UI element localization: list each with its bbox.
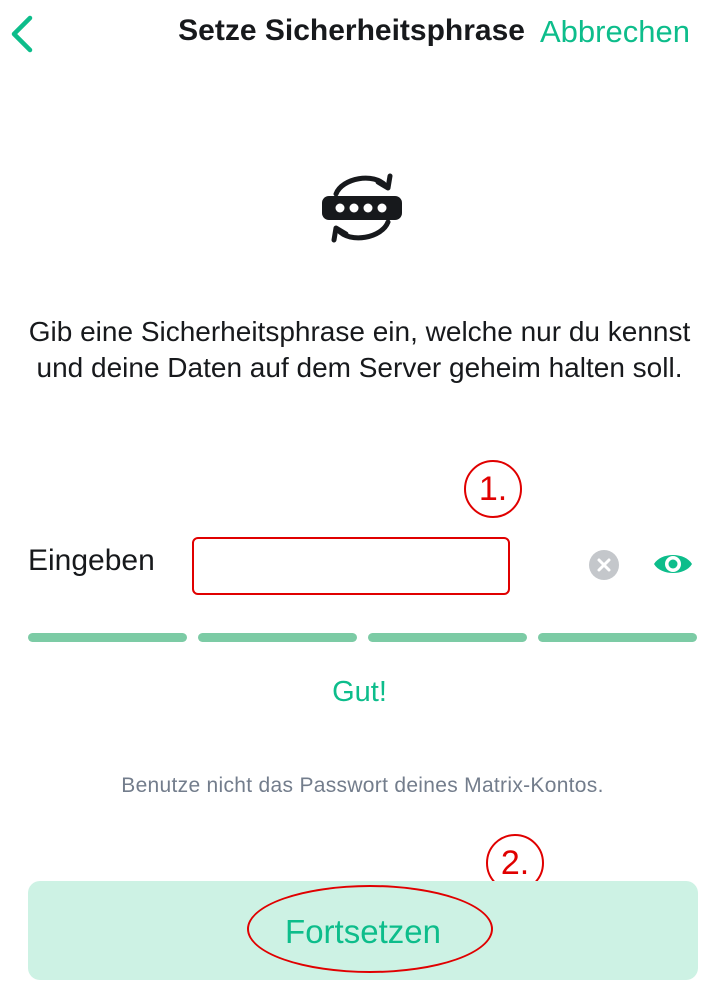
passphrase-input[interactable] xyxy=(192,537,510,595)
description-text: Gib eine Sicherheitsphrase ein, welche n… xyxy=(28,316,691,383)
continue-annotation-ellipse xyxy=(247,885,493,973)
strength-bar-segment xyxy=(368,633,527,642)
eye-icon[interactable] xyxy=(652,547,694,581)
back-chevron-icon[interactable] xyxy=(6,12,36,56)
strength-bar-segment xyxy=(538,633,697,642)
strength-bar-segment xyxy=(28,633,187,642)
step-1-annotation: 1. xyxy=(464,460,522,518)
cancel-button[interactable]: Abbrechen xyxy=(540,14,690,50)
key-backup-icon xyxy=(322,173,402,243)
passphrase-label: Eingeben xyxy=(28,544,155,577)
strength-bar-segment xyxy=(198,633,357,642)
clear-icon[interactable] xyxy=(589,550,619,580)
page-title: Setze Sicherheitsphrase xyxy=(178,14,525,47)
strength-label: Gut! xyxy=(332,676,387,708)
continue-button[interactable]: Fortsetzen xyxy=(28,881,698,980)
hint-text: Benutze nicht das Passwort deines Matrix… xyxy=(121,774,604,797)
